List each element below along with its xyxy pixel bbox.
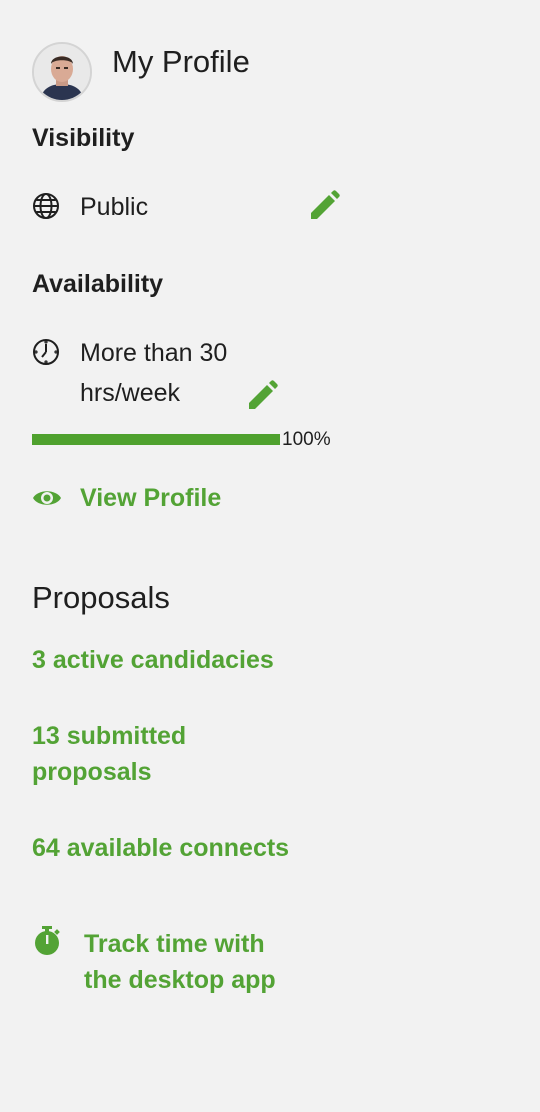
profile-completeness-bar <box>32 434 280 445</box>
track-time-link-line2[interactable]: the desktop app <box>84 962 276 998</box>
globe-icon <box>32 192 60 220</box>
pencil-icon <box>249 380 278 409</box>
availability-value-line2: hrs/week <box>80 379 181 407</box>
view-profile-link[interactable]: View Profile <box>80 480 221 516</box>
profile-completeness-fill <box>32 434 280 445</box>
edit-availability-button[interactable] <box>245 379 279 413</box>
submitted-proposals-link-line1[interactable]: 13 submitted <box>32 718 186 754</box>
track-time-link-line1[interactable]: Track time with <box>84 926 265 962</box>
clock-icon <box>32 338 60 366</box>
pencil-icon <box>311 190 340 219</box>
active-candidacies-link[interactable]: 3 active candidacies <box>32 642 274 678</box>
stopwatch-icon <box>32 926 62 956</box>
eye-icon <box>32 483 62 513</box>
avatar-image <box>34 44 90 100</box>
availability-value-line1: More than 30 <box>80 339 228 367</box>
page-title: My Profile <box>112 44 250 79</box>
availability-heading: Availability <box>32 270 164 298</box>
avatar[interactable] <box>32 42 92 102</box>
proposals-heading: Proposals <box>32 580 170 615</box>
visibility-heading: Visibility <box>32 124 135 152</box>
submitted-proposals-link-line2[interactable]: proposals <box>32 754 151 790</box>
available-connects-link[interactable]: 64 available connects <box>32 830 289 866</box>
profile-completeness-label: 100% <box>282 429 331 450</box>
edit-visibility-button[interactable] <box>307 189 341 223</box>
visibility-value: Public <box>80 193 149 221</box>
